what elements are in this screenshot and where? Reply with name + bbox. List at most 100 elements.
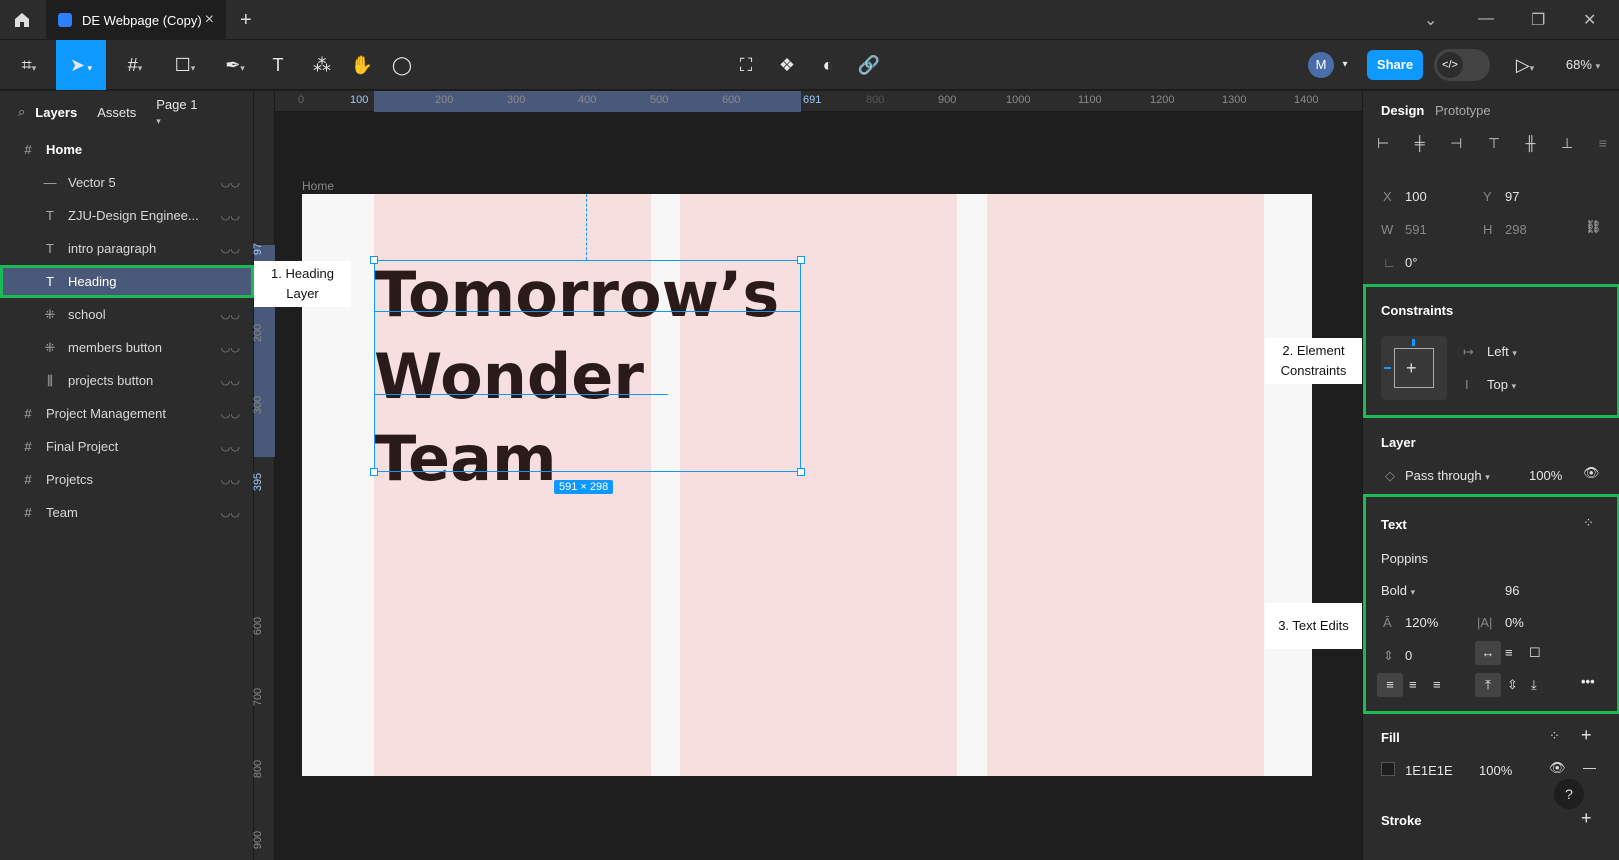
shape-tool-icon[interactable]: ☐▾ — [168, 52, 202, 78]
layer-projects-button[interactable]: ⫼ projects button ◡◡ — [0, 364, 254, 397]
minimize-icon[interactable]: — — [1478, 10, 1494, 28]
align-text-top-icon[interactable]: ⤒ — [1475, 673, 1501, 697]
layer-heading[interactable]: T Heading — [0, 265, 254, 298]
new-tab-icon[interactable]: + — [240, 9, 252, 32]
remove-fill-icon[interactable]: — — [1583, 760, 1596, 775]
hidden-eye-icon[interactable]: ◡◡ — [221, 308, 240, 321]
distribute-icon[interactable]: ≡ — [1599, 135, 1607, 155]
hidden-eye-icon[interactable]: ◡◡ — [221, 407, 240, 420]
page-selector[interactable]: Page 1 ▾ — [156, 97, 233, 127]
align-center-h-icon[interactable]: ╪ — [1415, 135, 1425, 155]
layer-team[interactable]: # Team ◡◡ — [0, 496, 254, 529]
font-size-field[interactable]: 96 — [1505, 583, 1519, 598]
resize-handle[interactable] — [370, 468, 378, 476]
tab-prototype[interactable]: Prototype — [1435, 103, 1491, 118]
vertical-constraint-select[interactable]: Top ▾ — [1487, 377, 1516, 392]
help-icon[interactable]: ? — [1554, 779, 1584, 809]
fixed-size-icon[interactable]: ☐ — [1529, 645, 1541, 661]
align-bottom-icon[interactable]: ⊥ — [1561, 135, 1573, 155]
pen-tool-icon[interactable]: ✒▾ — [218, 52, 252, 78]
auto-height-icon[interactable]: ≡ — [1505, 645, 1513, 660]
frame-tool-icon[interactable]: #▾ — [118, 52, 152, 78]
main-menu-icon[interactable]: ⌗▾ — [14, 52, 44, 78]
fill-opacity-field[interactable]: 100% — [1479, 763, 1512, 778]
restore-icon[interactable]: ❐ — [1531, 10, 1545, 30]
selection-box[interactable] — [374, 260, 801, 472]
align-middle-icon[interactable]: ╫ — [1526, 135, 1536, 155]
resize-handle[interactable] — [797, 468, 805, 476]
align-left-icon[interactable]: ⊢ — [1377, 135, 1389, 155]
resize-handle[interactable] — [797, 256, 805, 264]
hidden-eye-icon[interactable]: ◡◡ — [221, 176, 240, 189]
mask-icon[interactable]: ◐ — [816, 52, 840, 78]
tab-assets[interactable]: Assets — [97, 105, 136, 120]
comment-tool-icon[interactable]: ◯ — [390, 52, 414, 78]
fill-visibility-eye-icon[interactable]: 👁 — [1549, 760, 1566, 776]
font-family-select[interactable]: Poppins — [1381, 551, 1428, 566]
hidden-eye-icon[interactable]: ◡◡ — [221, 506, 240, 519]
chevron-down-icon[interactable]: ⌄ — [1424, 10, 1437, 30]
font-weight-select[interactable]: Bold ▾ — [1381, 583, 1415, 598]
link-icon[interactable]: 🔗 — [857, 52, 881, 78]
visibility-eye-icon[interactable]: 👁 — [1583, 465, 1600, 481]
horizontal-constraint-select[interactable]: Left ▾ — [1487, 344, 1517, 359]
present-icon[interactable]: ▷▾ — [1510, 52, 1540, 78]
zoom-level[interactable]: 68% ▾ — [1558, 52, 1608, 78]
layer-project-management[interactable]: # Project Management ◡◡ — [0, 397, 254, 430]
h-field[interactable]: 298 — [1505, 222, 1527, 237]
w-field[interactable]: 591 — [1405, 222, 1427, 237]
layer-home[interactable]: # Home — [0, 133, 254, 166]
layer-members-button[interactable]: ⁜ members button ◡◡ — [0, 331, 254, 364]
frame-selection-icon[interactable]: ⛶ — [734, 52, 758, 78]
align-text-right-icon[interactable]: ≡ — [1433, 677, 1441, 692]
hidden-eye-icon[interactable]: ◡◡ — [221, 440, 240, 453]
tab-layers[interactable]: Layers — [35, 105, 77, 120]
blend-mode-select[interactable]: Pass through ▾ — [1405, 468, 1490, 483]
add-fill-icon[interactable]: + — [1581, 725, 1592, 746]
hidden-eye-icon[interactable]: ◡◡ — [221, 209, 240, 222]
resize-handle[interactable] — [370, 256, 378, 264]
align-right-icon[interactable]: ⊣ — [1450, 135, 1462, 155]
canvas[interactable]: Home Tomorrow’s Wonder Team 591 × 298 1.… — [254, 112, 1362, 860]
close-window-icon[interactable]: ✕ — [1583, 10, 1596, 30]
document-tab[interactable]: DE Webpage (Copy) × — [46, 0, 226, 40]
resources-icon[interactable]: ⁂ — [310, 52, 334, 78]
text-styles-icon[interactable]: ⁘ — [1583, 515, 1594, 531]
component-icon[interactable]: ❖ — [775, 52, 799, 78]
fill-swatch[interactable] — [1381, 762, 1395, 776]
frame-label[interactable]: Home — [302, 179, 334, 193]
letter-spacing-field[interactable]: 0% — [1505, 615, 1524, 630]
text-tool-icon[interactable]: T — [266, 52, 290, 78]
hidden-eye-icon[interactable]: ◡◡ — [221, 242, 240, 255]
align-text-left-icon[interactable]: ≡ — [1377, 673, 1403, 697]
search-icon[interactable]: ⌕ — [18, 104, 25, 120]
home-icon[interactable] — [12, 10, 32, 30]
avatar[interactable]: M — [1308, 52, 1334, 78]
layer-intro-paragraph[interactable]: T intro paragraph ◡◡ — [0, 232, 254, 265]
share-button[interactable]: Share — [1367, 50, 1423, 80]
align-top-icon[interactable]: ⊤ — [1488, 135, 1500, 155]
hand-tool-icon[interactable]: ✋ — [350, 52, 374, 78]
align-text-bottom-icon[interactable]: ⤓ — [1531, 677, 1537, 693]
fill-hex-field[interactable]: 1E1E1E — [1405, 763, 1453, 778]
hidden-eye-icon[interactable]: ◡◡ — [221, 341, 240, 354]
add-stroke-icon[interactable]: + — [1581, 808, 1592, 829]
layer-zju-design[interactable]: T ZJU-Design Enginee... ◡◡ — [0, 199, 254, 232]
line-height-field[interactable]: 120% — [1405, 615, 1438, 630]
paragraph-spacing-field[interactable]: 0 — [1405, 648, 1412, 663]
layer-opacity-field[interactable]: 100% — [1529, 468, 1562, 483]
auto-width-icon[interactable]: ↔ — [1475, 641, 1501, 665]
fill-styles-icon[interactable]: ⁘ — [1549, 728, 1560, 744]
layer-school[interactable]: ⁜ school ◡◡ — [0, 298, 254, 331]
constrain-proportions-icon[interactable]: ⛓ — [1585, 219, 1602, 235]
layer-projetcs[interactable]: # Projetcs ◡◡ — [0, 463, 254, 496]
layer-final-project[interactable]: # Final Project ◡◡ — [0, 430, 254, 463]
constraint-widget[interactable]: + — [1381, 336, 1447, 400]
x-field[interactable]: 100 — [1405, 189, 1427, 204]
close-tab-icon[interactable]: × — [205, 11, 214, 29]
y-field[interactable]: 97 — [1505, 189, 1519, 204]
hidden-eye-icon[interactable]: ◡◡ — [221, 374, 240, 387]
chevron-down-icon[interactable]: ▾ — [1338, 52, 1352, 78]
layer-vector-5[interactable]: — Vector 5 ◡◡ — [0, 166, 254, 199]
rotation-field[interactable]: 0° — [1405, 255, 1417, 270]
